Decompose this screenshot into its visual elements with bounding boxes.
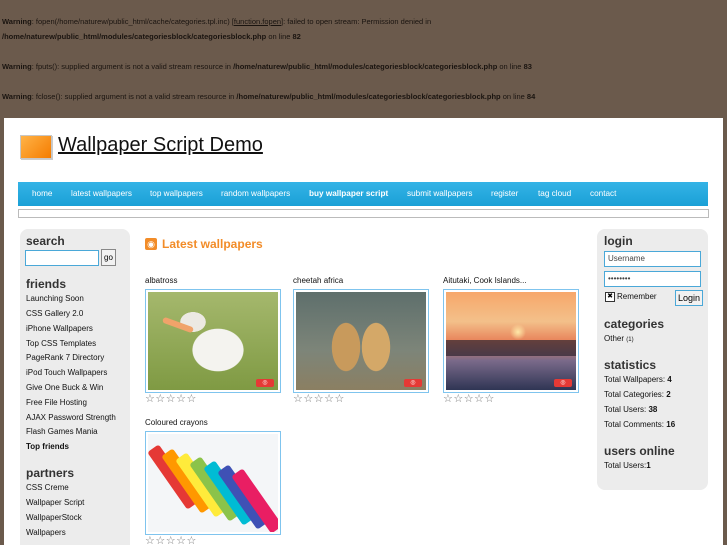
nav-contact[interactable]: contact <box>590 189 616 198</box>
site-title-link[interactable]: Wallpaper Script Demo <box>58 134 263 157</box>
nav-top-wallpapers[interactable]: top wallpapers <box>150 189 203 198</box>
warning-line-1-path: /home/naturew/public_html/modules/catego… <box>2 32 301 41</box>
partner-link[interactable]: Wallpaper Script <box>26 498 84 507</box>
wallpaper-thumbnail[interactable]: ◎ <box>443 289 579 393</box>
php-warnings: Warning: fopen(/home/naturew/public_html… <box>0 0 727 118</box>
right-sidebar: login Username •••••••• ✖ Remember Login… <box>597 229 708 490</box>
warning-line-3: Warning: fclose(): supplied argument is … <box>2 92 536 101</box>
function-fopen-link[interactable]: function.fopen <box>234 17 281 26</box>
friend-link[interactable]: Give One Buck & Win <box>26 383 103 392</box>
password-field[interactable]: •••••••• <box>604 271 701 287</box>
remember-checkbox[interactable]: ✖ <box>605 292 615 302</box>
wallpaper-title[interactable]: cheetah africa <box>293 276 343 285</box>
login-button[interactable]: Login <box>675 290 703 306</box>
friend-link[interactable]: AJAX Password Strength <box>26 413 116 422</box>
latest-wallpapers-heading: Latest wallpapers <box>162 237 263 251</box>
wallpaper-thumbnail[interactable] <box>145 431 281 535</box>
partner-link[interactable]: Wallpapers <box>26 528 66 537</box>
wallpaper-thumbnail[interactable]: ◎ <box>293 289 429 393</box>
friend-link[interactable]: PageRank 7 Directory <box>26 353 104 362</box>
login-heading: login <box>604 234 633 248</box>
site-logo-icon[interactable] <box>20 135 52 159</box>
friend-link[interactable]: Top CSS Templates <box>26 339 96 348</box>
rating-stars[interactable]: ☆☆☆☆☆ <box>145 534 197 545</box>
albatross-image: ◎ <box>148 292 278 390</box>
users-online-count: Total Users:1 <box>604 461 651 470</box>
categories-heading: categories <box>604 317 665 331</box>
remember-label: Remember <box>617 292 657 301</box>
warning-line-2: Warning: fputs(): supplied argument is n… <box>2 62 532 71</box>
sunset-image: ◎ <box>446 292 576 390</box>
friend-link[interactable]: Free File Hosting <box>26 398 87 407</box>
rss-icon[interactable]: ◉ <box>145 238 157 250</box>
friend-link[interactable]: Launching Soon <box>26 294 84 303</box>
rating-stars[interactable]: ☆☆☆☆☆ <box>145 392 197 405</box>
nav-latest-wallpapers[interactable]: latest wallpapers <box>71 189 132 198</box>
search-heading: search <box>26 234 65 248</box>
stat-total-wallpapers: Total Wallpapers: 4 <box>604 375 672 384</box>
users-online-heading: users online <box>604 444 675 458</box>
friends-heading: friends <box>26 277 67 291</box>
friend-link[interactable]: Flash Games Mania <box>26 427 98 436</box>
partner-link[interactable]: CSS Creme <box>26 483 69 492</box>
cheetah-image: ◎ <box>296 292 426 390</box>
statistics-heading: statistics <box>604 358 657 372</box>
category-other-link[interactable]: Other (1) <box>604 334 634 343</box>
partner-link[interactable]: WallpaperStock <box>26 513 82 522</box>
badge-icon: ◎ <box>404 379 422 387</box>
top-friends-link[interactable]: Top friends <box>26 442 69 451</box>
stat-total-comments: Total Comments: 16 <box>604 420 676 429</box>
stat-total-categories: Total Categories: 2 <box>604 390 671 399</box>
main-nav: home latest wallpapers top wallpapers ra… <box>18 182 708 206</box>
wallpaper-title[interactable]: Aitutaki, Cook Islands... <box>443 276 527 285</box>
friend-link[interactable]: CSS Gallery 2.0 <box>26 309 83 318</box>
crayons-image <box>148 434 278 532</box>
wallpaper-title[interactable]: Coloured crayons <box>145 418 208 427</box>
friend-link[interactable]: iPod Touch Wallpapers <box>26 368 107 377</box>
left-sidebar: search go friends Launching Soon CSS Gal… <box>20 229 130 545</box>
rating-stars[interactable]: ☆☆☆☆☆ <box>443 392 495 405</box>
nav-buy-wallpaper-script[interactable]: buy wallpaper script <box>309 189 388 198</box>
search-go-button[interactable]: go <box>101 249 116 266</box>
rating-stars[interactable]: ☆☆☆☆☆ <box>293 392 345 405</box>
badge-icon: ◎ <box>256 379 274 387</box>
search-input[interactable] <box>25 250 99 266</box>
nav-random-wallpapers[interactable]: random wallpapers <box>221 189 290 198</box>
wallpaper-thumbnail[interactable]: ◎ <box>145 289 281 393</box>
stat-total-users: Total Users: 38 <box>604 405 658 414</box>
nav-submit-wallpapers[interactable]: submit wallpapers <box>407 189 473 198</box>
partners-heading: partners <box>26 466 75 480</box>
sub-nav-bar <box>18 209 709 218</box>
username-field[interactable]: Username <box>604 251 701 267</box>
wallpaper-title[interactable]: albatross <box>145 276 177 285</box>
nav-home[interactable]: home <box>32 189 52 198</box>
nav-register[interactable]: register <box>491 189 518 198</box>
warning-line-1: Warning: fopen(/home/naturew/public_html… <box>2 17 432 26</box>
friend-link[interactable]: iPhone Wallpapers <box>26 324 93 333</box>
nav-tag-cloud[interactable]: tag cloud <box>538 189 571 198</box>
page-container: Wallpaper Script Demo home latest wallpa… <box>4 118 723 545</box>
badge-icon: ◎ <box>554 379 572 387</box>
